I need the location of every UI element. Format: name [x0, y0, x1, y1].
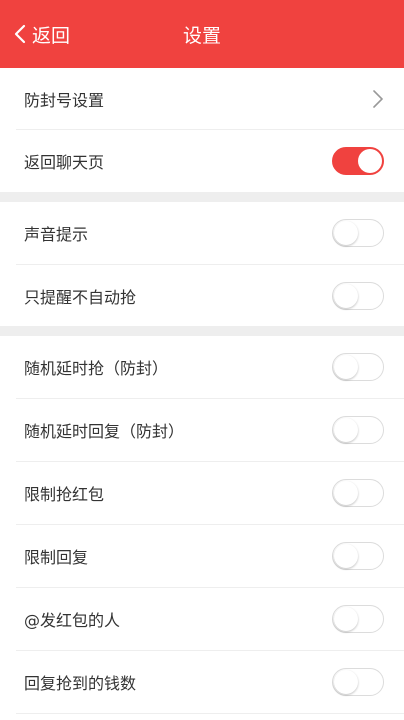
- toggle-knob: [358, 149, 382, 173]
- setting-remind-only-row: 只提醒不自动抢: [0, 265, 404, 326]
- toggle-knob: [334, 418, 358, 442]
- toggle-knob: [334, 221, 358, 245]
- setting-reply-amount-row: 回复抢到的钱数: [0, 651, 404, 713]
- setting-random-delay-grab-row: 随机延时抢（防封）: [0, 336, 404, 398]
- setting-limit-reply-row: 限制回复: [0, 525, 404, 587]
- setting-remind-only-label: 只提醒不自动抢: [24, 287, 137, 307]
- setting-random-delay-reply-label: 随机延时回复（防封）: [24, 422, 185, 441]
- header-bar: 返回 设置: [0, 0, 404, 68]
- back-label: 返回: [32, 24, 71, 47]
- return-chat-toggle[interactable]: [332, 147, 384, 175]
- at-sender-toggle[interactable]: [332, 605, 384, 633]
- section-gap: [0, 192, 404, 202]
- toggle-knob: [334, 481, 358, 505]
- setting-random-delay-reply-row: 随机延时回复（防封）: [0, 399, 404, 461]
- setting-anti-block-row[interactable]: 防封号设置: [0, 68, 404, 129]
- setting-limit-reply-label: 限制回复: [24, 548, 89, 567]
- page-title: 设置: [182, 24, 221, 47]
- sound-prompt-toggle[interactable]: [332, 219, 384, 247]
- setting-random-delay-grab-label: 随机延时抢（防封）: [24, 359, 169, 378]
- toggle-knob: [334, 670, 358, 694]
- reply-amount-toggle[interactable]: [332, 668, 384, 696]
- divider: [16, 713, 404, 714]
- setting-at-sender-row: @发红包的人: [0, 588, 404, 650]
- random-delay-grab-toggle[interactable]: [332, 353, 384, 381]
- setting-anti-block-label: 防封号设置: [24, 90, 105, 110]
- back-button[interactable]: 返回: [14, 0, 70, 68]
- toggle-knob: [334, 355, 358, 379]
- toggle-knob: [334, 607, 358, 631]
- limit-grab-toggle[interactable]: [332, 479, 384, 507]
- toggle-knob: [334, 544, 358, 568]
- section-gap: [0, 326, 404, 336]
- chevron-left-icon: [14, 24, 26, 44]
- limit-reply-toggle[interactable]: [332, 542, 384, 570]
- setting-at-sender-label: @发红包的人: [24, 611, 121, 630]
- setting-limit-grab-label: 限制抢红包: [24, 485, 105, 504]
- chevron-right-icon[interactable]: [372, 89, 384, 109]
- remind-only-toggle[interactable]: [332, 281, 384, 310]
- setting-sound-prompt-label: 声音提示: [24, 225, 89, 244]
- toggle-knob: [334, 283, 358, 308]
- setting-limit-grab-row: 限制抢红包: [0, 462, 404, 524]
- setting-sound-prompt-row: 声音提示: [0, 202, 404, 264]
- setting-return-chat-row: 返回聊天页: [0, 130, 404, 192]
- random-delay-reply-toggle[interactable]: [332, 416, 384, 444]
- setting-return-chat-label: 返回聊天页: [24, 153, 105, 172]
- settings-list: 防封号设置 返回聊天页 声音提示 只提醒不自动抢 随机延时抢（防封） 随机延时回…: [0, 68, 404, 714]
- setting-reply-amount-label: 回复抢到的钱数: [24, 674, 137, 693]
